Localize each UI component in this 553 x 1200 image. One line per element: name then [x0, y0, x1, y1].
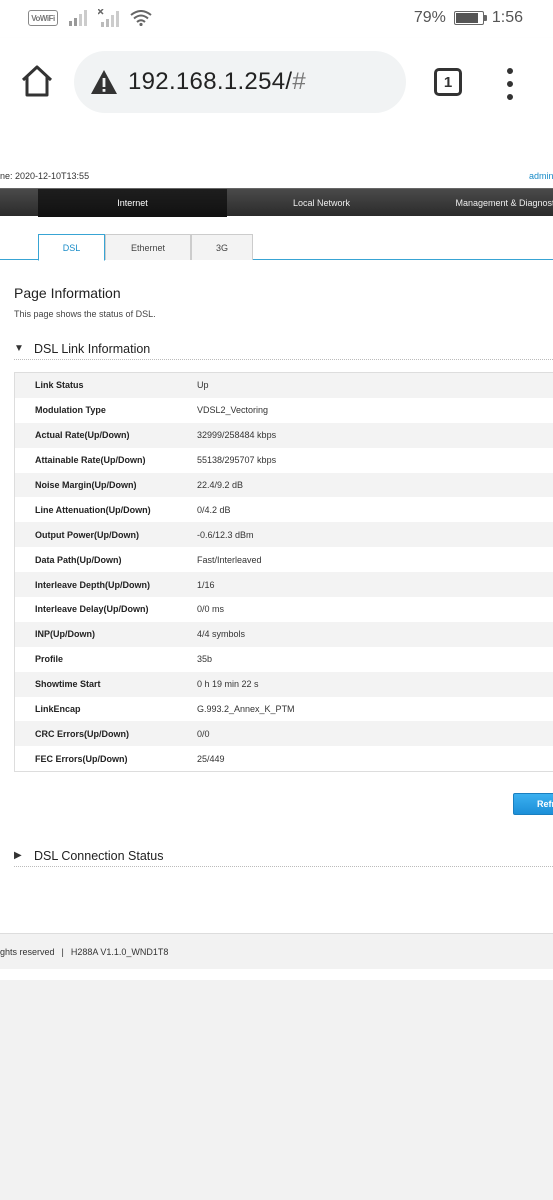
footer-version: H288A V1.1.0_WND1T8 [70, 946, 169, 957]
tab-dsl[interactable]: DSL [38, 234, 105, 261]
page-description: This page shows the status of DSL. [14, 309, 156, 319]
home-button[interactable] [18, 62, 56, 100]
row-value: 0 h 19 min 22 s [197, 679, 259, 690]
row-label: Data Path(Up/Down) [35, 554, 122, 565]
table-row: Actual Rate(Up/Down) 32999/258484 kbps [15, 422, 553, 448]
signal-no-service-icon [98, 9, 119, 27]
table-row: Showtime Start 0 h 19 min 22 s [15, 671, 553, 697]
row-label: LinkEncap [35, 704, 81, 715]
clock: 1:56 [491, 9, 523, 26]
dsl-connection-status-header[interactable]: ▶ DSL Connection Status [14, 845, 553, 867]
row-value: 0/0 [197, 728, 210, 739]
row-label: Link Status [35, 380, 84, 391]
table-row: INP(Up/Down) 4/4 symbols [15, 621, 553, 647]
footer-rights: ghts reserved [0, 946, 55, 957]
more-menu-button[interactable] [500, 66, 520, 102]
home-icon [21, 65, 53, 97]
row-label: Modulation Type [35, 405, 106, 416]
row-value: 35b [197, 654, 213, 665]
row-value: 22.4/9.2 dB [197, 480, 244, 490]
footer: ghts reserved | H288A V1.1.0_WND1T8 [0, 933, 553, 969]
row-label: Output Power(Up/Down) [35, 529, 139, 540]
row-value: 0/0 ms [197, 604, 225, 615]
status-icons-left: VoWiFi [28, 9, 152, 27]
section-title: DSL Connection Status [34, 848, 164, 863]
nav-local-network[interactable]: Local Network [227, 189, 416, 217]
row-value: Fast/Interleaved [197, 554, 262, 565]
table-row: Interleave Depth(Up/Down) 1/16 [15, 572, 553, 598]
router-page: ne: 2020-12-10T13:55 admin Internet Loca… [0, 126, 553, 980]
url-host: 192.168.1.254/ [128, 68, 293, 95]
row-label: Noise Margin(Up/Down) [35, 480, 137, 490]
row-value: G.993.2_Annex_K_PTM [197, 704, 295, 715]
row-value: 4/4 symbols [197, 629, 246, 640]
row-label: CRC Errors(Up/Down) [35, 728, 129, 739]
table-row: Attainable Rate(Up/Down) 55138/295707 kbp… [15, 447, 553, 473]
browser-toolbar: 192.168.1.254/# 1 [0, 38, 553, 126]
row-label: Interleave Depth(Up/Down) [35, 579, 151, 590]
row-value: 0/4.2 dB [197, 504, 231, 515]
page-title: Page Information [14, 285, 121, 301]
not-secure-warning-icon[interactable] [90, 69, 118, 95]
nav-internet[interactable]: Internet [38, 189, 227, 217]
nav-management-diagnostics[interactable]: Management & Diagnostics [416, 189, 553, 217]
table-row: Data Path(Up/Down) Fast/Interleaved [15, 547, 553, 573]
battery-level [455, 13, 478, 23]
row-label: FEC Errors(Up/Down) [35, 753, 128, 764]
row-label: Line Attenuation(Up/Down) [35, 504, 151, 515]
menu-dot [507, 81, 513, 87]
wifi-icon [130, 10, 152, 26]
status-bar: VoWiFi 79% 1:56 [0, 0, 553, 38]
address-bar[interactable]: 192.168.1.254/# [74, 51, 406, 113]
row-value: Up [197, 380, 209, 391]
table-row: Output Power(Up/Down) -0.6/12.3 dBm [15, 522, 553, 548]
current-time-text: ne: 2020-12-10T13:55 [0, 171, 90, 181]
table-row: Noise Margin(Up/Down) 22.4/9.2 dB [15, 472, 553, 498]
table-row: FEC Errors(Up/Down) 25/449 [15, 746, 553, 772]
vowifi-icon: VoWiFi [28, 10, 58, 26]
row-value: 1/16 [197, 579, 215, 590]
row-value: 25/449 [197, 753, 225, 764]
row-label: Showtime Start [35, 679, 101, 690]
battery-icon [453, 11, 487, 25]
row-value: 32999/258484 kbps [197, 430, 277, 441]
table-row: Line Attenuation(Up/Down) 0/4.2 dB [15, 497, 553, 523]
tab-ethernet[interactable]: Ethernet [105, 234, 191, 260]
menu-dot [507, 68, 513, 74]
table-row: LinkEncap G.993.2_Annex_K_PTM [15, 696, 553, 722]
row-label: Attainable Rate(Up/Down) [35, 455, 146, 466]
tab-3g[interactable]: 3G [191, 234, 253, 260]
section-title: DSL Link Information [34, 341, 151, 356]
url-hash: # [292, 68, 307, 95]
collapse-arrow-icon: ▼ [14, 343, 24, 354]
expand-arrow-icon: ▶ [14, 850, 22, 861]
menu-dot [507, 94, 513, 100]
row-label: Actual Rate(Up/Down) [35, 430, 130, 441]
url-text[interactable]: 192.168.1.254/# [128, 68, 306, 96]
table-row: Modulation Type VDSL2_Vectoring [15, 397, 553, 423]
footer-separator: | [61, 946, 64, 957]
row-label: Interleave Delay(Up/Down) [35, 604, 149, 615]
table-row: Interleave Delay(Up/Down) 0/0 ms [15, 597, 553, 622]
refresh-button[interactable]: Refresh [513, 793, 553, 815]
row-label: Profile [35, 654, 64, 665]
table-row: CRC Errors(Up/Down) 0/0 [15, 721, 553, 747]
tab-switcher-button[interactable]: 1 [434, 68, 462, 96]
dsl-link-info-table: Link Status Up Modulation Type VDSL2_Vector… [14, 372, 553, 773]
table-row: Profile 35b [15, 646, 553, 672]
sub-tabs: DSL Ethernet 3G [0, 234, 553, 261]
row-label: INP(Up/Down) [35, 629, 95, 640]
row-value: 55138/295707 kbps [197, 455, 277, 466]
table-row: Link Status Up [15, 373, 553, 398]
row-value: -0.6/12.3 dBm [197, 529, 254, 540]
dsl-link-info-header[interactable]: ▼ DSL Link Information [14, 338, 553, 360]
main-nav: Internet Local Network Management & Diag… [0, 188, 553, 217]
row-value: VDSL2_Vectoring [197, 405, 269, 416]
battery-percent: 79% [413, 9, 446, 26]
status-icons-right: 79% 1:56 [414, 9, 523, 27]
signal-icon [69, 10, 87, 26]
user-link[interactable]: admin [529, 171, 553, 181]
